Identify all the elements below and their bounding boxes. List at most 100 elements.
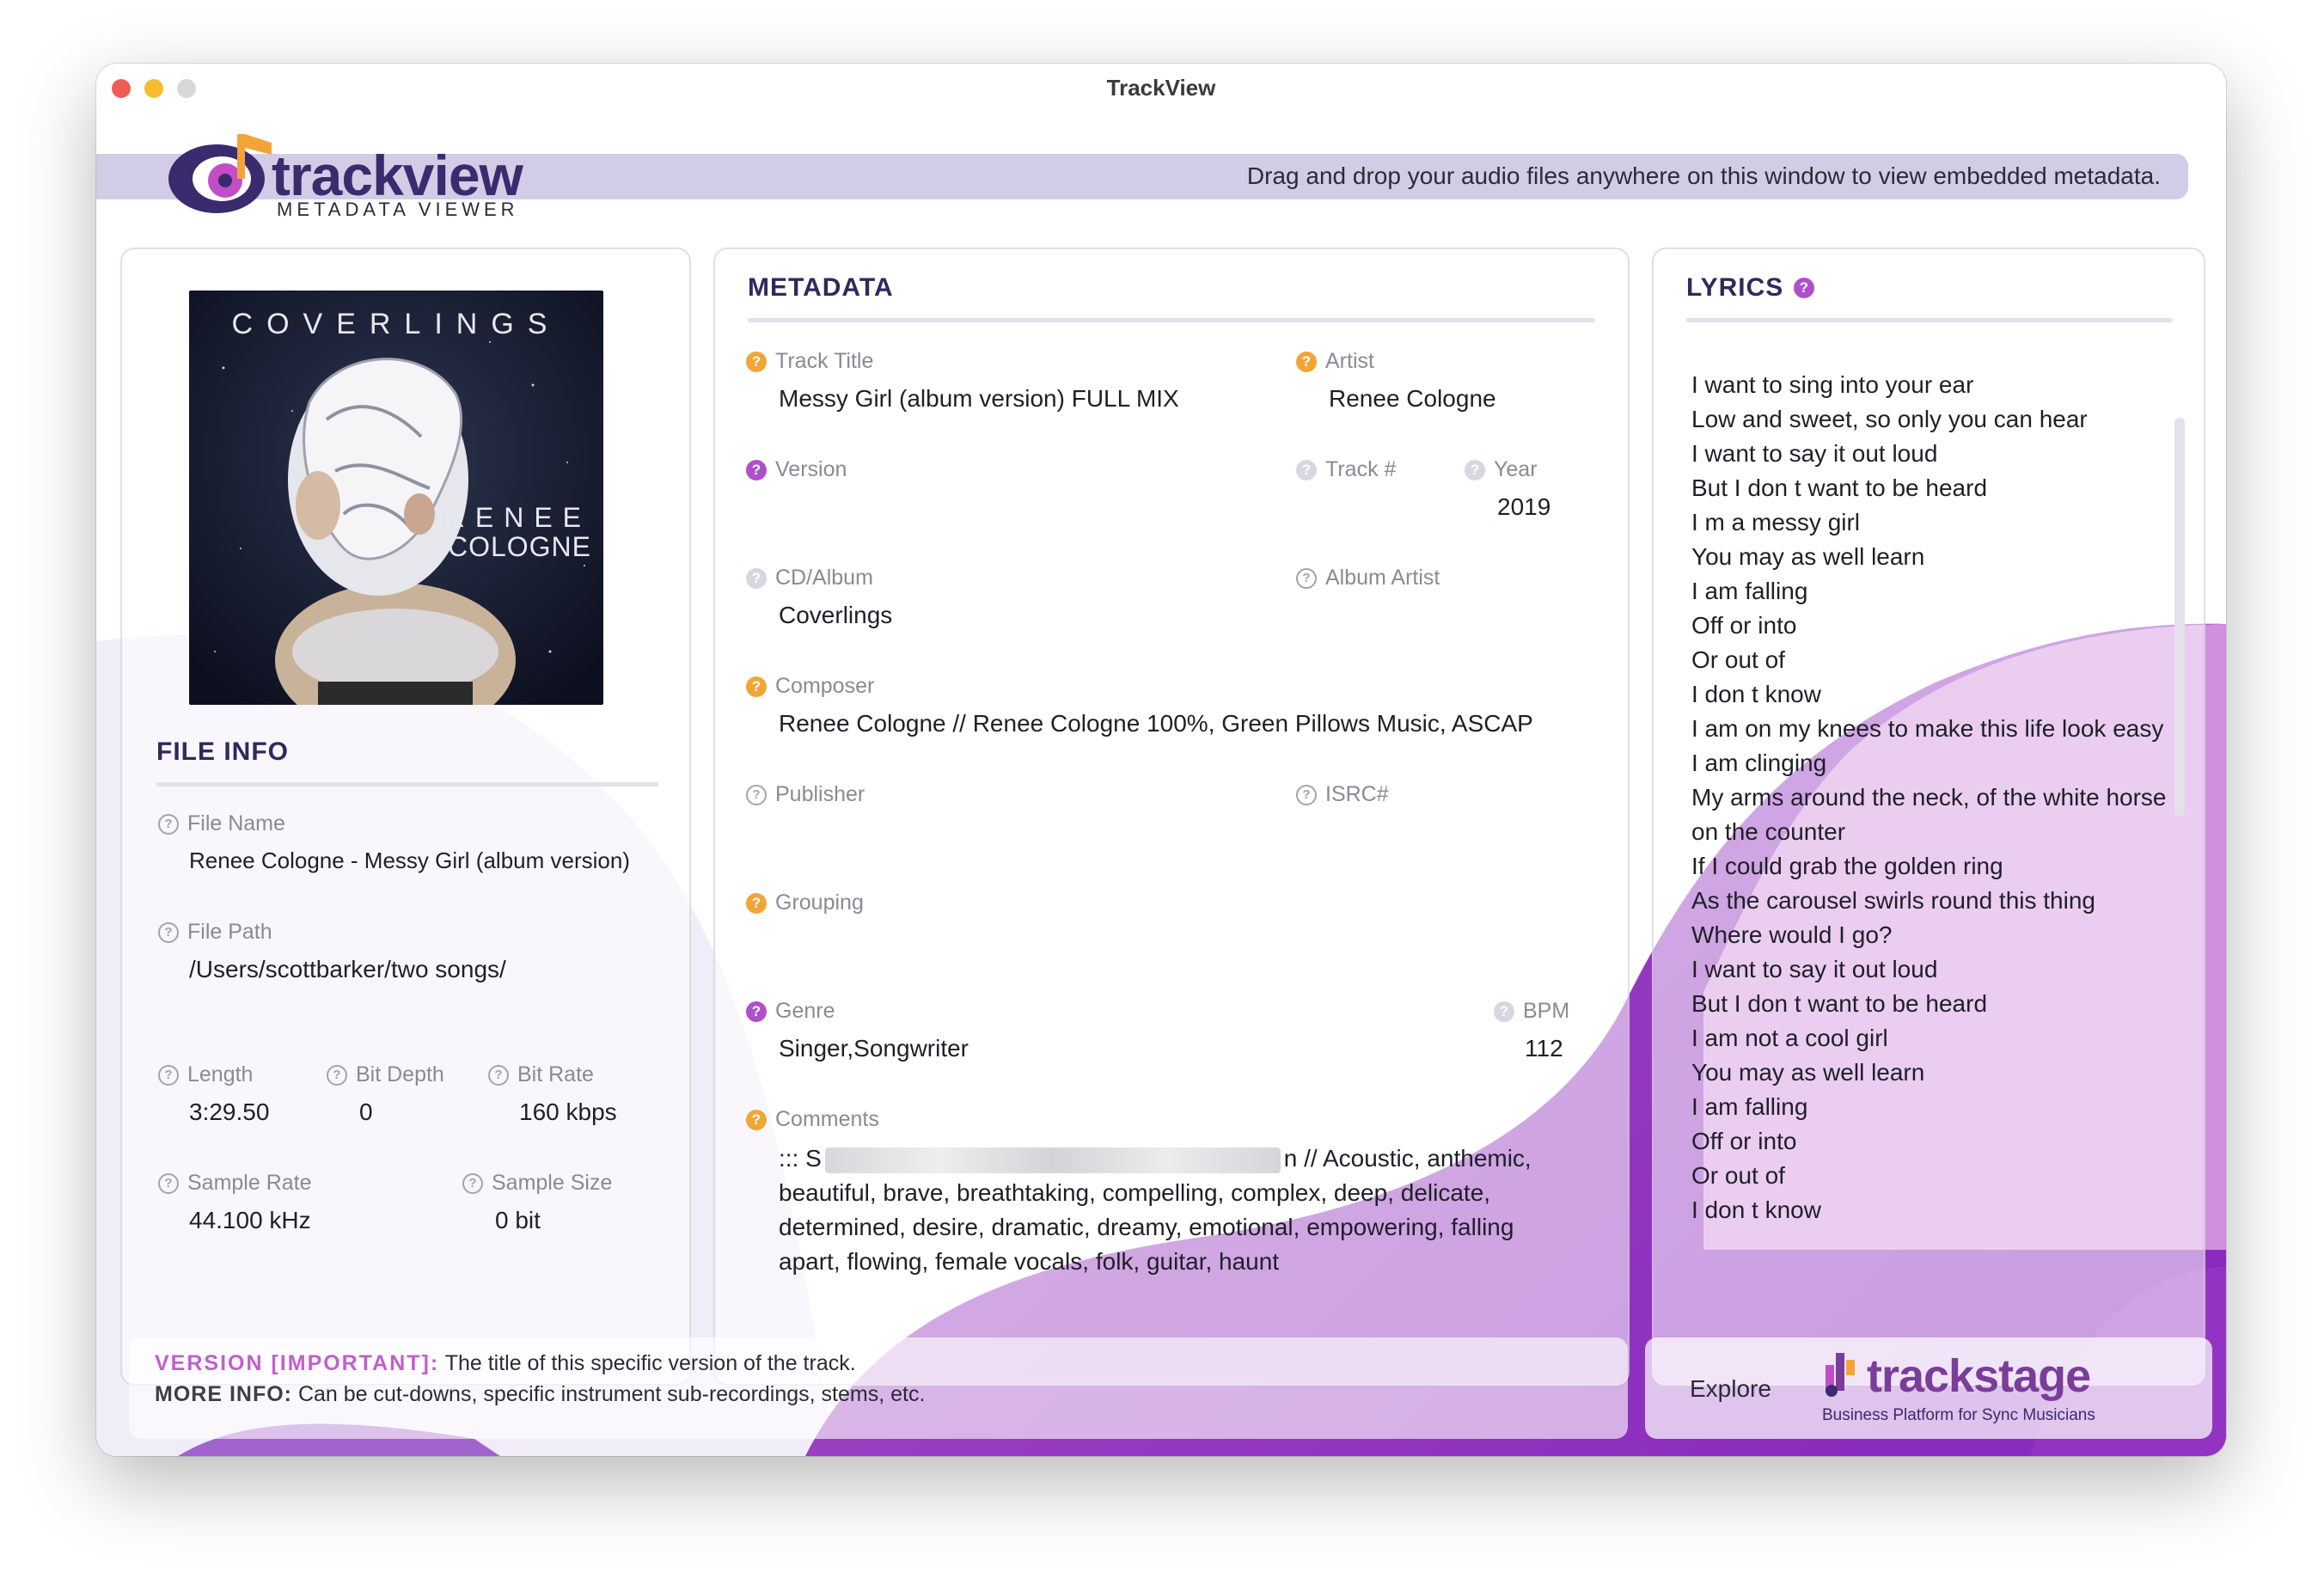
title-bar: TrackView bbox=[96, 64, 2226, 112]
album-art-artist-first: RENEE bbox=[444, 502, 591, 533]
lyric-line: As the carousel swirls round this thing bbox=[1691, 887, 2095, 914]
file-info-divider bbox=[156, 782, 658, 786]
lyric-line: I don t know bbox=[1691, 1196, 1821, 1223]
album-art-artist-last: COLOGNE bbox=[447, 531, 591, 562]
help-icon[interactable]: ? bbox=[746, 892, 767, 914]
file-name-value: Renee Cologne - Messy Girl (album versio… bbox=[189, 848, 630, 873]
bpm-label: ? BPM bbox=[1494, 999, 1569, 1024]
lyric-line: Or out of bbox=[1691, 646, 1785, 673]
explore-trackstage-button[interactable]: Explore trackstage Business Platform for… bbox=[1645, 1337, 2212, 1439]
artist-label: ? Artist bbox=[1296, 349, 1374, 374]
minimize-button[interactable] bbox=[144, 79, 163, 98]
comments-prefix: ::: S bbox=[779, 1145, 822, 1172]
help-icon[interactable]: ? bbox=[746, 351, 767, 372]
composer-value: Renee Cologne // Renee Cologne 100%, Gre… bbox=[779, 710, 1533, 737]
help-icon[interactable]: ? bbox=[158, 1064, 179, 1086]
help-icon[interactable]: ? bbox=[746, 1001, 767, 1022]
zoom-button[interactable] bbox=[177, 79, 196, 98]
genre-value: Singer,Songwriter bbox=[779, 1035, 969, 1062]
lyrics-scrollbar[interactable] bbox=[2174, 418, 2185, 817]
window-title: TrackView bbox=[1106, 74, 1216, 101]
album-label: ? CD/Album bbox=[746, 566, 873, 591]
lyric-line: I am falling bbox=[1691, 578, 1808, 604]
field-help-text: The title of this specific version of th… bbox=[444, 1351, 856, 1375]
length-label: ? Length bbox=[158, 1062, 253, 1087]
comments-value: ::: S n // Acoustic, anthemic, beautiful,… bbox=[779, 1141, 1569, 1279]
lyric-line: I am on my knees to make this life look … bbox=[1691, 715, 2164, 742]
help-icon[interactable]: ? bbox=[1794, 278, 1815, 298]
artist-value: Renee Cologne bbox=[1329, 385, 1496, 412]
comments-rest: beautiful, brave, breathtaking, compelli… bbox=[779, 1179, 1514, 1275]
sample-rate-label: ? Sample Rate bbox=[158, 1171, 312, 1196]
help-icon[interactable]: ? bbox=[327, 1064, 347, 1086]
bit-rate-value: 160 kbps bbox=[519, 1098, 617, 1125]
lyric-line: You may as well learn bbox=[1691, 1059, 1925, 1086]
composer-label: ? Composer bbox=[746, 674, 874, 699]
year-value: 2019 bbox=[1497, 493, 1551, 520]
lyric-line: Off or into bbox=[1691, 1128, 1797, 1154]
sample-rate-value: 44.100 kHz bbox=[189, 1207, 311, 1233]
help-icon[interactable]: ? bbox=[158, 921, 179, 943]
help-icon[interactable]: ? bbox=[746, 676, 767, 697]
album-artist-label: ? Album Artist bbox=[1296, 566, 1440, 591]
help-icon[interactable]: ? bbox=[158, 1172, 179, 1194]
help-icon[interactable]: ? bbox=[462, 1172, 483, 1194]
lyric-line: Where would I go? bbox=[1691, 921, 1893, 948]
lyric-line: I want to say it out loud bbox=[1691, 956, 1938, 982]
track-title-label: ? Track Title bbox=[746, 349, 873, 374]
lyric-line: If I could grab the golden ring bbox=[1691, 853, 2003, 879]
lyrics-divider bbox=[1686, 318, 2173, 322]
lyrics-text[interactable]: I want to sing into your ear Low and swee… bbox=[1691, 368, 2173, 1246]
more-info-key: MORE INFO: bbox=[155, 1382, 292, 1406]
drag-drop-hint: Drag and drop your audio files anywhere … bbox=[1246, 162, 2161, 189]
track-number-label: ? Track # bbox=[1296, 457, 1396, 482]
metadata-title: METADATA bbox=[748, 273, 894, 302]
help-icon[interactable]: ? bbox=[158, 813, 179, 835]
lyric-line: I don t know bbox=[1691, 681, 1821, 707]
lyric-line: I want to say it out loud bbox=[1691, 440, 1938, 467]
publisher-label: ? Publisher bbox=[746, 782, 865, 807]
album-art-band: COVERLINGS bbox=[231, 308, 561, 340]
field-help-line: VERSION [IMPORTANT]: The title of this s… bbox=[155, 1351, 856, 1376]
trackstage-tagline: Business Platform for Sync Musicians bbox=[1822, 1406, 2095, 1424]
help-icon[interactable]: ? bbox=[746, 567, 767, 589]
help-icon[interactable]: ? bbox=[746, 784, 767, 805]
help-icon[interactable]: ? bbox=[746, 1109, 767, 1130]
help-icon[interactable]: ? bbox=[1465, 459, 1485, 480]
bit-depth-label: ? Bit Depth bbox=[327, 1062, 444, 1087]
app-window: TrackView Drag and drop your audio files… bbox=[96, 64, 2226, 1456]
file-path-value: /Users/scottbarker/two songs/ bbox=[189, 956, 506, 982]
help-icon[interactable]: ? bbox=[1296, 567, 1317, 589]
grouping-label: ? Grouping bbox=[746, 890, 864, 915]
lyric-line: Off or into bbox=[1691, 612, 1797, 639]
help-icon[interactable]: ? bbox=[1296, 351, 1317, 372]
field-help-box: VERSION [IMPORTANT]: The title of this s… bbox=[129, 1337, 1628, 1439]
lyric-line: But I don t want to be heard bbox=[1691, 990, 1988, 1017]
help-icon[interactable]: ? bbox=[1296, 459, 1317, 480]
file-path-label: ? File Path bbox=[158, 920, 272, 945]
lyric-line: I am clinging bbox=[1691, 750, 1827, 776]
lyric-line: You may as well learn bbox=[1691, 543, 1925, 570]
album-art-image bbox=[189, 291, 603, 705]
lyric-line: I am not a cool girl bbox=[1691, 1025, 1888, 1051]
close-button[interactable] bbox=[112, 79, 131, 98]
trackstage-name: trackstage bbox=[1867, 1350, 2091, 1402]
logo-subtitle: METADATA VIEWER bbox=[277, 199, 519, 220]
bpm-value: 112 bbox=[1525, 1035, 1563, 1062]
comments-suffix: n // Acoustic, anthemic, bbox=[1283, 1145, 1532, 1172]
help-icon[interactable]: ? bbox=[1296, 784, 1317, 805]
field-help-key: VERSION [IMPORTANT]: bbox=[155, 1351, 440, 1375]
help-icon[interactable]: ? bbox=[488, 1064, 509, 1086]
help-icon[interactable]: ? bbox=[1494, 1001, 1514, 1022]
lyric-line: Or out of bbox=[1691, 1162, 1785, 1189]
lyric-line: My arms around the neck, of the white ho… bbox=[1691, 784, 2167, 845]
lyrics-header: LYRICS ? bbox=[1686, 273, 1815, 303]
comments-label: ? Comments bbox=[746, 1107, 879, 1132]
isrc-label: ? ISRC# bbox=[1296, 782, 1389, 807]
bit-rate-label: ? Bit Rate bbox=[488, 1062, 594, 1087]
bit-depth-value: 0 bbox=[359, 1098, 373, 1125]
redacted-text bbox=[824, 1147, 1281, 1173]
lyric-line: I m a messy girl bbox=[1691, 509, 1861, 535]
trackstage-logo-icon bbox=[1826, 1353, 1855, 1397]
help-icon[interactable]: ? bbox=[746, 459, 767, 480]
